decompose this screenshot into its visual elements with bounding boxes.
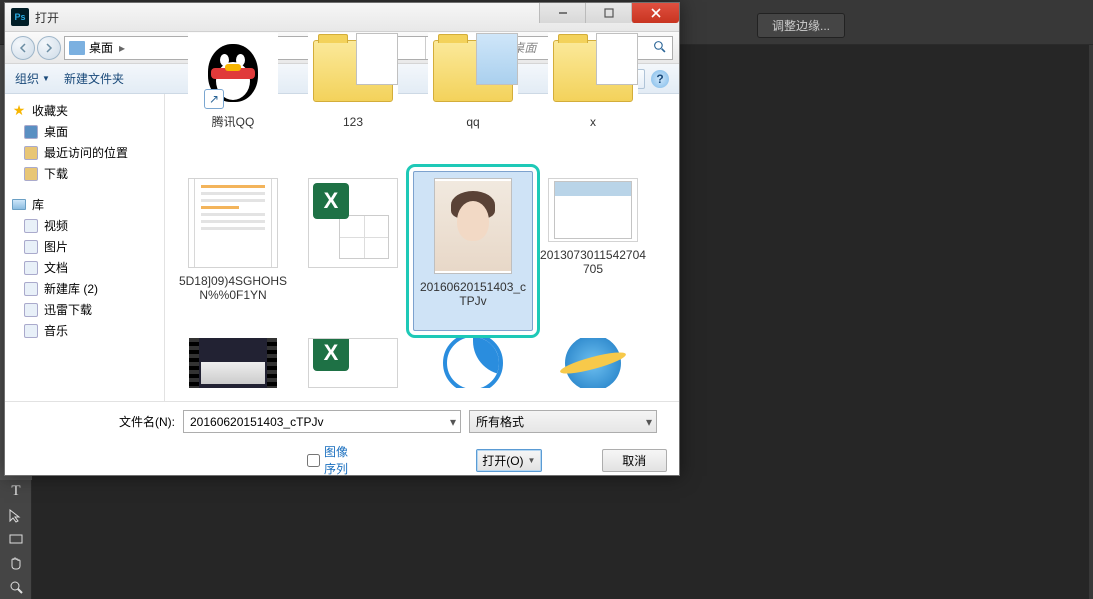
sogou-browser-icon xyxy=(443,338,503,388)
hand-tool[interactable] xyxy=(0,551,32,575)
recent-icon xyxy=(24,146,38,160)
new-folder-button[interactable]: 新建文件夹 xyxy=(64,70,124,87)
download-icon xyxy=(24,303,38,317)
file-item-excel1[interactable]: X xyxy=(293,171,413,331)
file-item-browser[interactable] xyxy=(413,331,533,401)
maximize-button[interactable] xyxy=(585,3,631,23)
image-sequence-checkbox[interactable] xyxy=(307,454,320,467)
open-file-dialog: Ps 打开 桌面 ▸ ▾ 搜索 桌面 组织 ▼ 新建文件夹 ▼ xyxy=(4,2,680,476)
dialog-title: 打开 xyxy=(35,9,59,26)
file-label: 2013073011542704705 xyxy=(538,248,648,276)
path-select-tool[interactable] xyxy=(0,504,32,528)
file-label: 123 xyxy=(343,115,363,129)
image-sequence-label: 图像序列 xyxy=(324,443,356,477)
rectangle-tool[interactable] xyxy=(0,528,32,552)
breadcrumb-arrow-icon[interactable]: ▸ xyxy=(117,41,127,55)
file-label: qq xyxy=(466,115,479,129)
ps-icon: Ps xyxy=(11,8,29,26)
sidebar-item-newlib[interactable]: 新建库 (2) xyxy=(5,278,164,299)
excel-icon: X xyxy=(313,338,349,371)
sidebar-item-downloads[interactable]: 下载 xyxy=(5,163,164,184)
sidebar-item-documents[interactable]: 文档 xyxy=(5,257,164,278)
music-icon xyxy=(24,324,38,338)
video-icon xyxy=(24,219,38,233)
library-icon xyxy=(12,199,26,210)
file-item-video[interactable] xyxy=(173,331,293,401)
sidebar-item-recent[interactable]: 最近访问的位置 xyxy=(5,142,164,163)
video-thumbnail xyxy=(189,338,277,388)
file-item-photo-selected[interactable]: 20160620151403_cTPJv xyxy=(413,171,533,331)
file-label: x xyxy=(590,115,596,129)
sidebar-item-pictures[interactable]: 图片 xyxy=(5,236,164,257)
open-button[interactable]: 打开(O)▼ xyxy=(476,449,541,472)
sidebar-libraries[interactable]: 库 xyxy=(5,194,164,215)
zoom-tool[interactable] xyxy=(0,575,32,599)
filename-input[interactable]: 20160620151403_cTPJv▾ xyxy=(183,410,461,433)
file-label: 5D18]09)4SGHOHSN%%0F1YN xyxy=(178,274,288,302)
file-type-filter[interactable]: 所有格式▾ xyxy=(469,410,657,433)
adjust-edge-button[interactable]: 调整边缘... xyxy=(757,13,845,38)
ie-icon xyxy=(565,338,621,388)
file-item-folder-qq[interactable]: qq xyxy=(413,26,533,171)
folder-icon xyxy=(433,40,513,102)
organize-menu[interactable]: 组织 ▼ xyxy=(15,70,50,87)
library-icon xyxy=(24,282,38,296)
ps-right-panel xyxy=(1089,45,1093,599)
sidebar-item-music[interactable]: 音乐 xyxy=(5,320,164,341)
text-page-icon xyxy=(194,178,272,268)
cancel-button[interactable]: 取消 xyxy=(602,449,667,472)
spreadsheet-icon xyxy=(339,215,389,259)
qq-penguin-icon: ↗ xyxy=(198,34,268,109)
file-item-folder-123[interactable]: 123 xyxy=(293,26,413,171)
file-item-excel2[interactable]: X xyxy=(293,331,413,401)
desktop-icon xyxy=(24,125,38,139)
file-list[interactable]: ↗ 腾讯QQ 123 qq x 5D18]09)4SGHOHSN%%0F1YN xyxy=(165,22,679,401)
filename-label: 文件名(N): xyxy=(17,413,175,430)
sidebar-item-desktop[interactable]: 桌面 xyxy=(5,121,164,142)
dialog-footer: 文件名(N): 20160620151403_cTPJv▾ 所有格式▾ 图像序列… xyxy=(5,401,679,477)
excel-icon: X xyxy=(313,183,349,219)
minimize-button[interactable] xyxy=(539,3,585,23)
file-item-folder-x[interactable]: x xyxy=(533,26,653,171)
file-item-qq[interactable]: ↗ 腾讯QQ xyxy=(173,26,293,171)
nav-back-button[interactable] xyxy=(11,36,35,60)
sidebar-item-xunlei[interactable]: 迅雷下载 xyxy=(5,299,164,320)
desktop-icon xyxy=(69,41,85,55)
breadcrumb-location: 桌面 xyxy=(89,39,113,56)
photo-thumbnail xyxy=(435,181,511,271)
ps-toolbar: T xyxy=(0,480,32,599)
close-button[interactable] xyxy=(631,3,679,23)
folder-icon xyxy=(553,40,633,102)
type-tool[interactable]: T xyxy=(0,480,32,504)
nav-forward-button[interactable] xyxy=(37,36,61,60)
window-thumbnail xyxy=(554,181,632,239)
sidebar-item-videos[interactable]: 视频 xyxy=(5,215,164,236)
file-label: 腾讯QQ xyxy=(212,115,255,129)
document-icon xyxy=(24,261,38,275)
file-label: 20160620151403_cTPJv xyxy=(418,280,528,308)
folder-icon xyxy=(313,40,393,102)
picture-icon xyxy=(24,240,38,254)
file-item-textdoc[interactable]: 5D18]09)4SGHOHSN%%0F1YN xyxy=(173,171,293,331)
star-icon: ★ xyxy=(11,103,27,119)
file-item-ie[interactable] xyxy=(533,331,653,401)
sidebar-favorites[interactable]: ★收藏夹 xyxy=(5,100,164,121)
downloads-icon xyxy=(24,167,38,181)
file-item-appwin[interactable]: 2013073011542704705 xyxy=(533,171,653,331)
sidebar-tree: ★收藏夹 桌面 最近访问的位置 下载 库 视频 图片 文档 新建库 (2) 迅雷… xyxy=(5,94,165,401)
